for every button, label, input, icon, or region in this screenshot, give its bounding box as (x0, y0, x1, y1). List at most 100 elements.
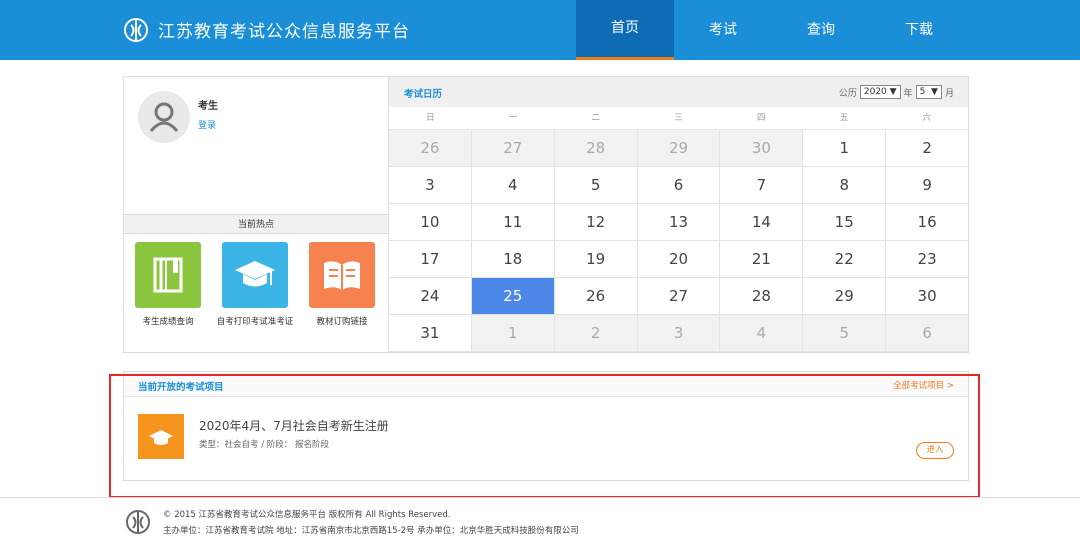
user-name: 考生 (198, 101, 218, 112)
calendar-day[interactable]: 2 (886, 130, 968, 166)
month-unit: 月 (944, 88, 954, 99)
calendar-day[interactable]: 3 (389, 167, 472, 203)
calendar-day-other-month[interactable]: 26 (389, 130, 472, 166)
calendar-day-other-month[interactable]: 3 (637, 315, 721, 351)
footer-organizer: 主办单位：江苏省教育考试院 地址：江苏省南京市北京西路15-2号 承办单位：北京… (163, 526, 579, 536)
calendar-day-other-month[interactable]: 4 (720, 315, 804, 351)
calendar-header: 考试日历 公历 2020 ▼ 年 5 ▼ 月 (389, 77, 968, 107)
month-select[interactable]: 5 ▼ (915, 85, 942, 99)
nav-query[interactable]: 查询 (772, 0, 870, 60)
calendar-day[interactable]: 1 (803, 130, 887, 166)
graduation-cap-icon (138, 414, 184, 459)
calendar-day[interactable]: 26 (555, 278, 638, 314)
calendar-week-row: 26 27 28 29 30 1 2 (389, 130, 968, 167)
calendar-day-other-month[interactable]: 29 (637, 130, 721, 166)
calendar-day[interactable]: 7 (720, 167, 804, 203)
calendar-day[interactable]: 12 (555, 204, 638, 240)
weekday-label: 二 (591, 113, 601, 123)
calendar-day[interactable]: 29 (803, 278, 887, 314)
hot-item-textbook-order[interactable]: 教材订购链接 (303, 242, 381, 327)
nav-download[interactable]: 下载 (870, 0, 968, 60)
calendar-day[interactable]: 9 (886, 167, 968, 203)
user-panel: 考生 登录 当前热点 考生成绩查询 自考打印考试准考证 教材订购链接 (123, 76, 389, 353)
nav-exams[interactable]: 考试 (674, 0, 772, 60)
year-unit: 年 (903, 88, 913, 99)
calendar-day[interactable]: 18 (472, 241, 555, 277)
calendar-title: 考试日历 (404, 89, 443, 100)
calendar-day-other-month[interactable]: 2 (554, 315, 638, 351)
calendar-day-other-month[interactable]: 27 (471, 130, 555, 166)
year-select[interactable]: 2020 ▼ (859, 85, 901, 99)
open-exam-projects: 当前开放的考试项目 全部考试项目 > 2020年4月、7月社会自考新生注册 类型… (123, 371, 969, 481)
calendar-day[interactable]: 21 (720, 241, 804, 277)
calendar-day[interactable]: 27 (638, 278, 721, 314)
projects-header: 当前开放的考试项目 全部考试项目 > (124, 372, 968, 397)
weekday-label: 六 (922, 113, 931, 123)
weekday-label: 四 (756, 113, 766, 123)
era-label: 公历 (838, 88, 857, 99)
site-logo-icon (124, 18, 148, 42)
month-value: 5 (919, 87, 926, 97)
avatar-icon (138, 91, 190, 143)
footer-copyright: © 2015 江苏省教育考试公众信息服务平台 版权所有 All Rights R… (163, 510, 451, 520)
exam-calendar: 考试日历 公历 2020 ▼ 年 5 ▼ 月 日 一 二 三 四 五 六 26 2… (388, 76, 969, 353)
graduation-cap-icon (222, 242, 288, 308)
project-name[interactable]: 2020年4月、7月社会自考新生注册 (199, 417, 389, 434)
calendar-day[interactable]: 19 (555, 241, 638, 277)
projects-title: 当前开放的考试项目 (138, 382, 224, 393)
calendar-day[interactable]: 31 (389, 315, 472, 351)
weekday-label: 五 (839, 113, 849, 123)
open-book-icon (309, 242, 375, 308)
notebook-icon (135, 242, 201, 308)
calendar-day-other-month[interactable]: 5 (803, 315, 887, 351)
calendar-day[interactable]: 10 (389, 204, 472, 240)
hot-item-label: 教材订购链接 (316, 317, 368, 327)
calendar-week-row: 3456789 (389, 167, 968, 204)
calendar-day[interactable]: 11 (472, 204, 555, 240)
hot-item-label: 考生成绩查询 (142, 317, 194, 327)
calendar-day[interactable]: 17 (389, 241, 472, 277)
calendar-day[interactable]: 23 (886, 241, 968, 277)
calendar-day[interactable]: 4 (472, 167, 555, 203)
all-projects-link[interactable]: 全部考试项目 > (893, 379, 954, 391)
weekday-row: 日 一 二 三 四 五 六 (389, 107, 968, 130)
calendar-grid: 日 一 二 三 四 五 六 26 27 28 29 30 1 2 3 4 5 6 7 8 9 10 11 12 1… (389, 107, 969, 352)
calendar-day-other-month[interactable]: 6 (886, 315, 969, 351)
calendar-day[interactable]: 30 (886, 278, 968, 314)
calendar-day-other-month[interactable]: 1 (471, 315, 555, 351)
calendar-day[interactable]: 6 (638, 167, 721, 203)
calendar-day[interactable]: 28 (720, 278, 804, 314)
calendar-day[interactable]: 14 (720, 204, 804, 240)
calendar-day[interactable]: 8 (803, 167, 887, 203)
calendar-day[interactable]: 25 (471, 278, 555, 314)
nav-home[interactable]: 首页 (576, 0, 674, 60)
footer-logo-icon (126, 510, 150, 534)
weekday-label: 一 (508, 113, 518, 123)
login-link[interactable]: 登录 (198, 118, 216, 131)
calendar-day[interactable]: 5 (555, 167, 638, 203)
project-meta: 类型：社会自考 / 阶段： 报名阶段 (199, 440, 329, 450)
calendar-week-row: 10 11 12 13 14 15 16 (389, 204, 968, 241)
weekday-label: 日 (426, 113, 435, 123)
calendar-day-other-month[interactable]: 28 (554, 130, 638, 166)
calendar-day[interactable]: 13 (638, 204, 721, 240)
hot-topics-title: 当前热点 (124, 214, 388, 234)
calendar-day-other-month[interactable]: 30 (720, 130, 804, 166)
calendar-day[interactable]: 24 (389, 278, 472, 314)
hot-item-print-admission[interactable]: 自考打印考试准考证 (216, 242, 294, 327)
hot-item-score-query[interactable]: 考生成绩查询 (129, 242, 207, 327)
top-header: 江苏教育考试公众信息服务平台 首页 考试 查询 下载 (0, 0, 1080, 60)
calendar-day[interactable]: 22 (803, 241, 887, 277)
year-value: 2020 (863, 87, 887, 97)
footer-divider (0, 497, 1080, 498)
calendar-day[interactable]: 15 (803, 204, 887, 240)
calendar-week-row: 17 18 19 20 21 22 23 (389, 241, 968, 278)
main-nav: 首页 考试 查询 下载 (576, 0, 968, 60)
site-title[interactable]: 江苏教育考试公众信息服务平台 (158, 17, 410, 42)
calendar-controls: 公历 2020 ▼ 年 5 ▼ 月 (839, 85, 954, 99)
enter-button[interactable]: 进入 (916, 442, 954, 459)
calendar-day[interactable]: 16 (886, 204, 968, 240)
calendar-day[interactable]: 20 (638, 241, 721, 277)
weekday-label: 三 (674, 113, 683, 123)
calendar-week-row: 31 1 2 3 4 5 6 (389, 315, 969, 352)
